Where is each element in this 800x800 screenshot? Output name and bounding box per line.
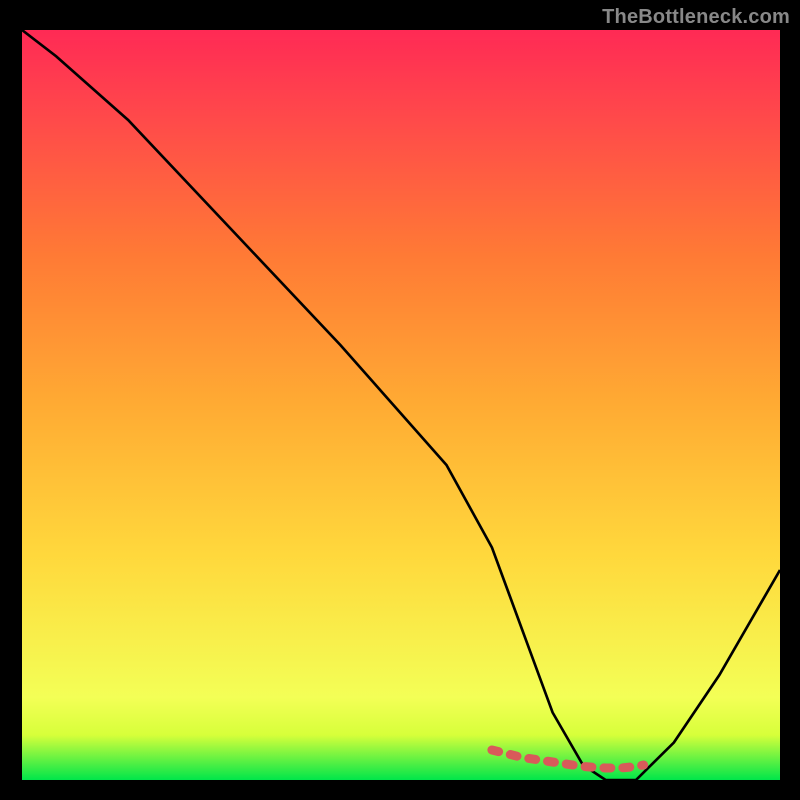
plot-area (22, 30, 780, 780)
attribution-label: TheBottleneck.com (602, 6, 790, 29)
curve-overlay (22, 30, 780, 780)
sweet-spot-band (492, 750, 644, 768)
bottleneck-curve (22, 30, 780, 780)
chart-container: TheBottleneck.com (0, 0, 800, 800)
